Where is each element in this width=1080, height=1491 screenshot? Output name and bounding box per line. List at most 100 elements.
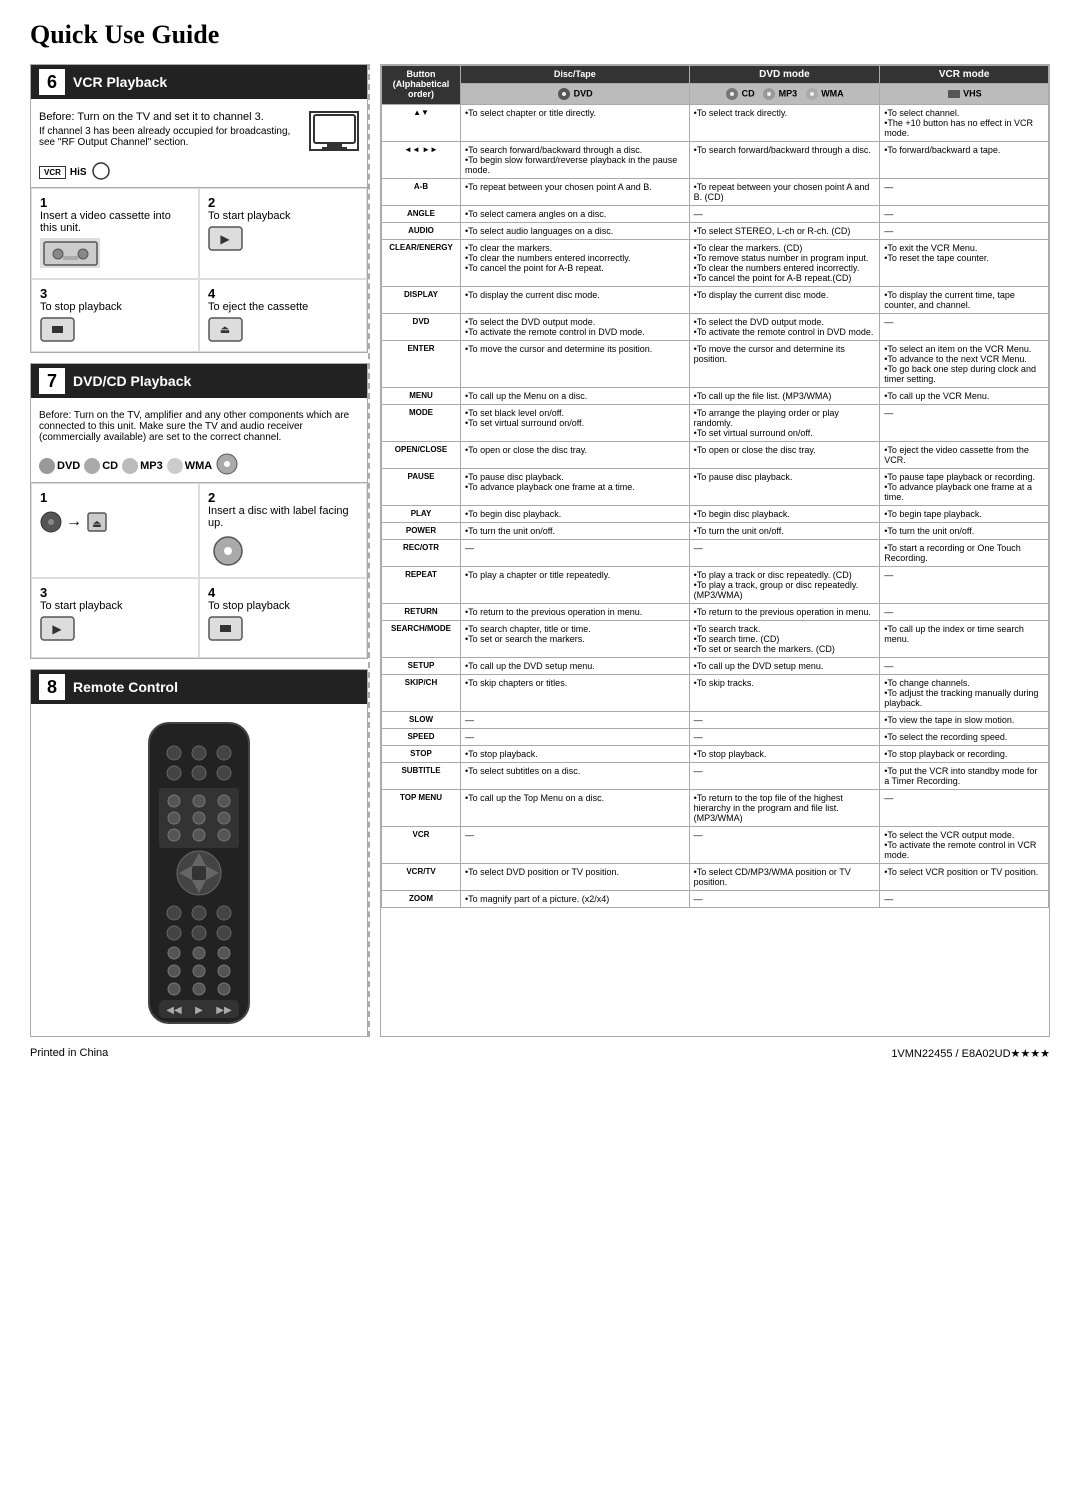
cd-cell: — [689, 729, 880, 746]
vcr-step-1: 1 Insert a video cassette into this unit… [31, 188, 199, 279]
cd-cell: •To move the cursor and determine its po… [689, 341, 880, 388]
play-button-icon: ▶ [208, 226, 358, 254]
cd-cell: •To turn the unit on/off. [689, 523, 880, 540]
cassette-icon [40, 238, 100, 268]
cd-cell: •To select CD/MP3/WMA position or TV pos… [689, 864, 880, 891]
section8-header: 8 Remote Control [31, 670, 367, 704]
dvd-disc-icon [216, 453, 238, 478]
sub-header-row: DVD CD MP3 WMA VHS [382, 84, 1049, 105]
vcr-step-4: 4 To eject the cassette ⏏ [199, 279, 367, 352]
dvd-cell: — [461, 540, 690, 567]
table-row: ZOOM•To magnify part of a picture. (x2/x… [382, 891, 1049, 908]
cd-cell: — [689, 763, 880, 790]
cd-cell: •To begin disc playback. [689, 506, 880, 523]
cd-cell: •To return to the previous operation in … [689, 604, 880, 621]
step2-num: 2 [208, 195, 215, 210]
dvd-cell: •To stop playback. [461, 746, 690, 763]
vcr-cell: — [880, 179, 1049, 206]
table-row: DISPLAY•To display the current disc mode… [382, 287, 1049, 314]
cd-cell: •To search track. •To search time. (CD) … [689, 621, 880, 658]
dvd-cell: •To repeat between your chosen point A a… [461, 179, 690, 206]
vcr-cell: •To change channels. •To adjust the trac… [880, 675, 1049, 712]
btn-cell: DISPLAY [382, 287, 461, 314]
vcr-cell: — [880, 314, 1049, 341]
vcr-cell: •To turn the unit on/off. [880, 523, 1049, 540]
remote-svg: ◀◀ ▶ ▶▶ [134, 718, 264, 1028]
svg-text:▶▶: ▶▶ [216, 1005, 232, 1016]
btn-cell: PLAY [382, 506, 461, 523]
dvd-cell: •To select DVD position or TV position. [461, 864, 690, 891]
btn-cell: REC/OTR [382, 540, 461, 567]
cd-cell: •To search forward/backward through a di… [689, 142, 880, 179]
dvd-play-button: ▶ [40, 616, 190, 644]
vcr-cell: — [880, 658, 1049, 675]
dvd-step4-num: 4 [208, 585, 215, 600]
svg-text:▶: ▶ [52, 622, 62, 636]
dvd-cell: •To search chapter, title or time. •To s… [461, 621, 690, 658]
table-row: TOP MENU•To call up the Top Menu on a di… [382, 790, 1049, 827]
btn-cell: REPEAT [382, 567, 461, 604]
cd-cell: •To call up the DVD setup menu. [689, 658, 880, 675]
dvd-step-4: 4 To stop playback [199, 578, 367, 658]
dvd-step1-num: 1 [40, 490, 47, 505]
dvd-cell: •To move the cursor and determine its po… [461, 341, 690, 388]
table-row: SPEED——•To select the recording speed. [382, 729, 1049, 746]
cd-mp3-sub-header: CD MP3 WMA [689, 84, 880, 105]
dvd-cell: — [461, 729, 690, 746]
cd-cell: •To arrange the playing order or play ra… [689, 405, 880, 442]
table-row: SUBTITLE•To select subtitles on a disc.—… [382, 763, 1049, 790]
cd-cell: •To repeat between your chosen point A a… [689, 179, 880, 206]
remote-body: ◀◀ ▶ ▶▶ [31, 710, 367, 1036]
btn-cell: MODE [382, 405, 461, 442]
cd-cell: •To pause disc playback. [689, 469, 880, 506]
dvd-step2-label: Insert a disc with label facing up. [208, 505, 358, 529]
cd-cell: — [689, 206, 880, 223]
dvd-step3-num: 3 [40, 585, 47, 600]
btn-cell: SPEED [382, 729, 461, 746]
vcr-cell: •To begin tape playback. [880, 506, 1049, 523]
dvd-stop-button [208, 616, 358, 644]
table-row: CLEAR/ENERGY•To clear the markers. •To c… [382, 240, 1049, 287]
svg-text:◀◀: ◀◀ [166, 1005, 182, 1016]
btn-cell: TOP MENU [382, 790, 461, 827]
table-row: ANGLE•To select camera angles on a disc.… [382, 206, 1049, 223]
eject-button-icon: ⏏ [208, 317, 358, 345]
cd-cell: •To return to the top file of the highes… [689, 790, 880, 827]
svg-text:⏏: ⏏ [220, 324, 230, 336]
disc-tape-header: Disc/Tape [461, 66, 690, 84]
wma-logo: WMA [167, 458, 213, 474]
btn-cell: SKIP/CH [382, 675, 461, 712]
arrow-icon: → [66, 513, 82, 531]
btn-cell: VCR/TV [382, 864, 461, 891]
cd-cell: •To skip tracks. [689, 675, 880, 712]
vcr-cell: — [880, 891, 1049, 908]
table-row: SETUP•To call up the DVD setup menu.•To … [382, 658, 1049, 675]
cd-cell: •To select the DVD output mode. •To acti… [689, 314, 880, 341]
his-logo: HiS [70, 167, 87, 178]
cd-logo: CD [84, 458, 118, 474]
vcr-cell: •To eject the video cassette from the VC… [880, 442, 1049, 469]
vcr-mode-header: VCR mode [880, 66, 1049, 84]
mode-table-panel: Button(Alphabeticalorder) Disc/Tape DVD … [380, 64, 1050, 1037]
svg-text:▶: ▶ [220, 232, 230, 246]
cd-cell: •To call up the file list. (MP3/WMA) [689, 388, 880, 405]
step2-text: To start playback [208, 210, 358, 222]
vcr-playback-section: 6 VCR Playback Before: Turn on the TV an… [30, 64, 368, 353]
footer-left: Printed in China [30, 1047, 108, 1060]
vcr-cell: — [880, 604, 1049, 621]
dvd-mode-header: DVD mode [689, 66, 880, 84]
btn-cell: A-B [382, 179, 461, 206]
vcr-cell: •To put the VCR into standby mode for a … [880, 763, 1049, 790]
dvd-step-2: 2 Insert a disc with label facing up. [199, 483, 367, 578]
footer-right: 1VMN22455 / E8A02UD★★★★ [891, 1047, 1050, 1060]
btn-cell: AUDIO [382, 223, 461, 240]
table-row: OPEN/CLOSE•To open or close the disc tra… [382, 442, 1049, 469]
cd-cell: •To stop playback. [689, 746, 880, 763]
dvd-step2-num: 2 [208, 490, 215, 505]
dvd-step1-icons: → ⏏ [40, 511, 190, 533]
dvd-cell: •To display the current disc mode. [461, 287, 690, 314]
cd-cell: — [689, 540, 880, 567]
btn-cell: VCR [382, 827, 461, 864]
table-row: DVD•To select the DVD output mode. •To a… [382, 314, 1049, 341]
vcr-cell: •To exit the VCR Menu. •To reset the tap… [880, 240, 1049, 287]
